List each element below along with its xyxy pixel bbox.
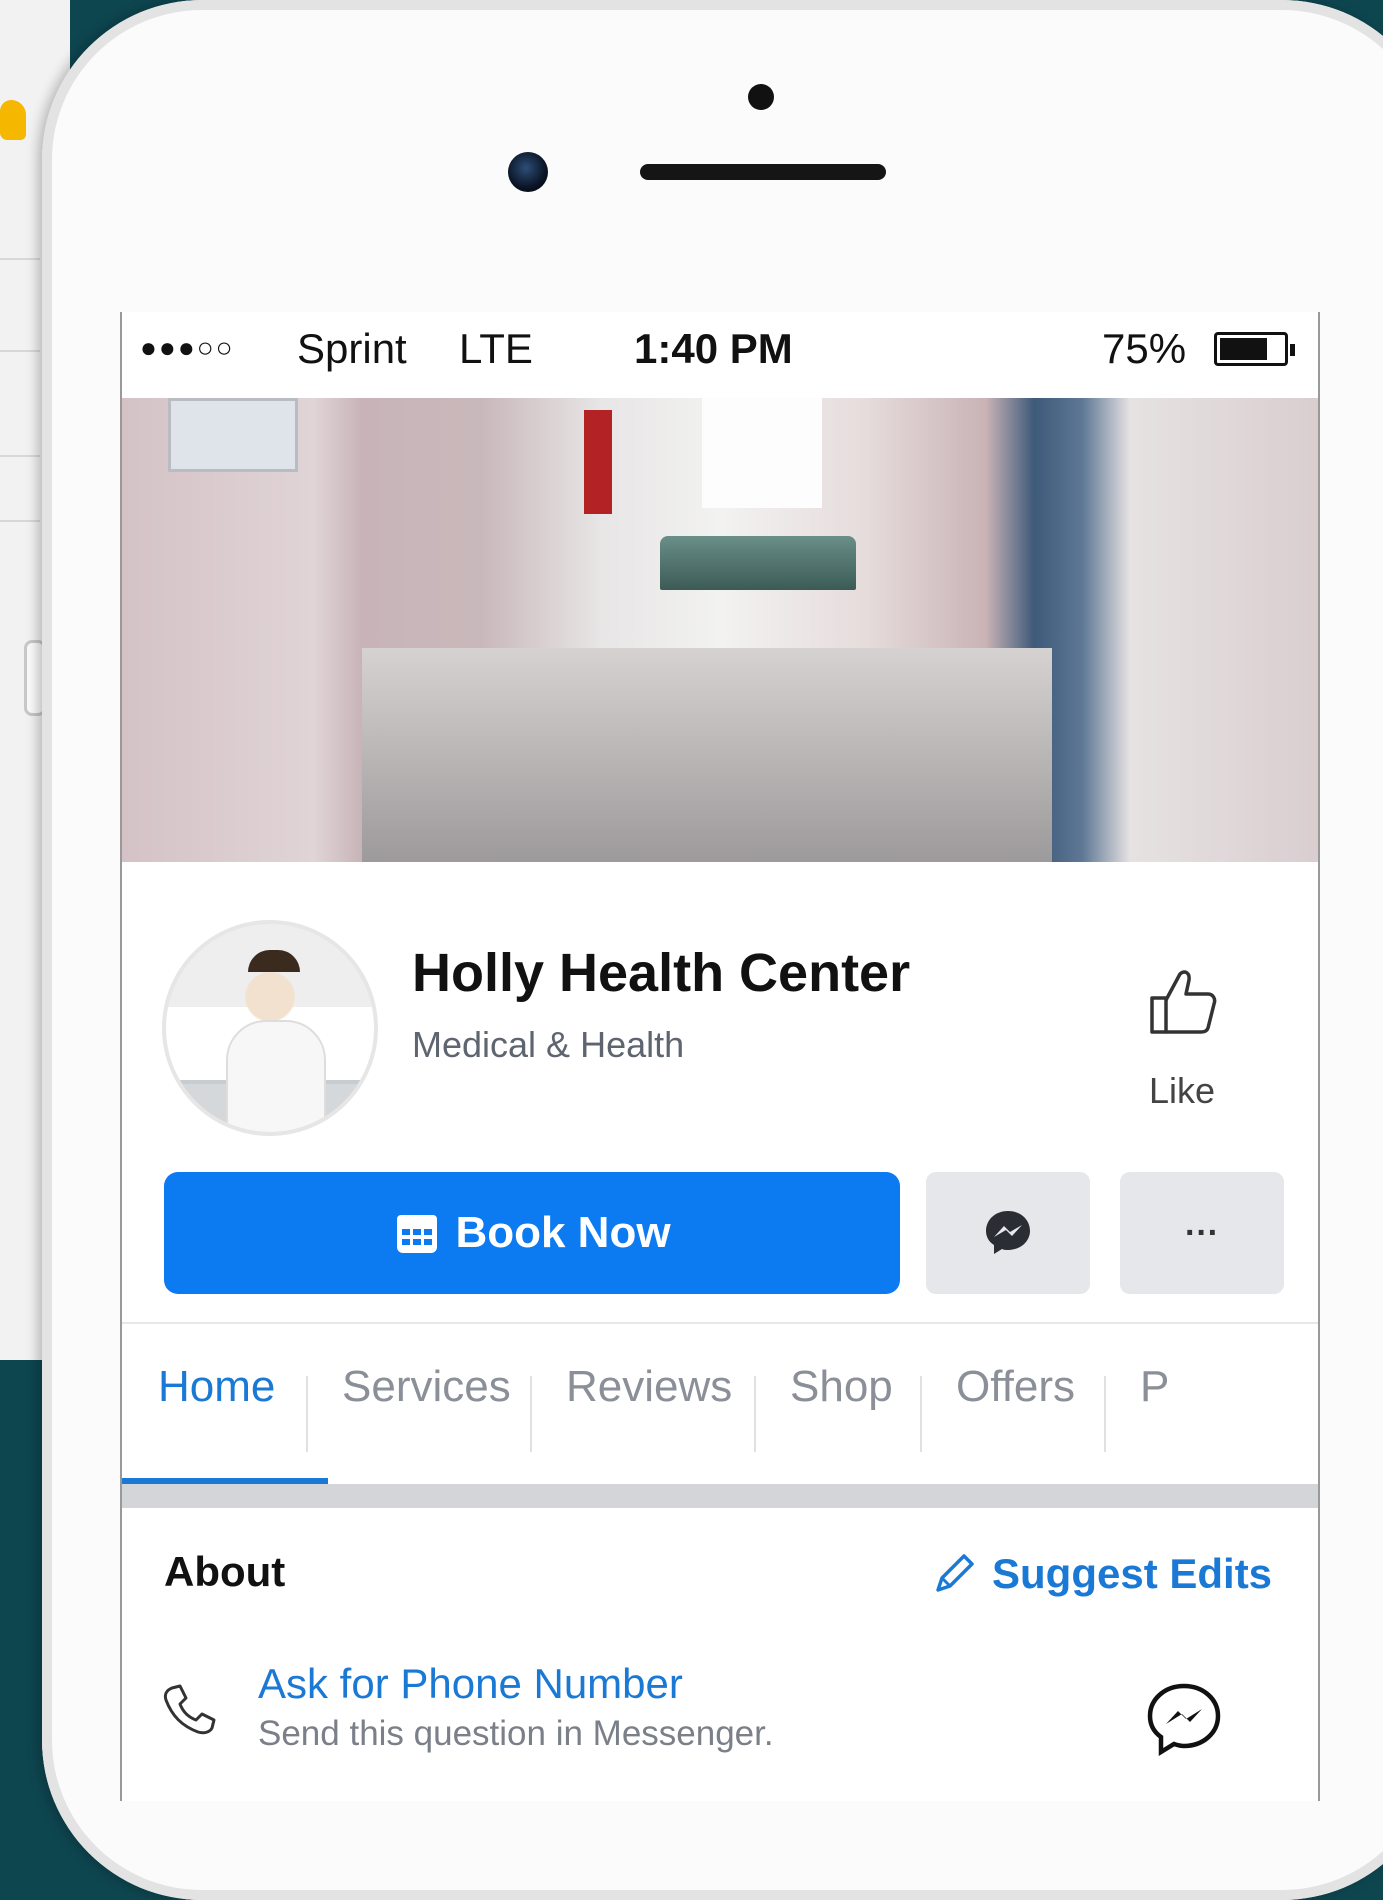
- page-title: Holly Health Center: [412, 943, 911, 1003]
- hallway-window: [702, 398, 822, 508]
- front-camera: [508, 152, 548, 192]
- tab-more[interactable]: P: [1140, 1362, 1169, 1412]
- section-divider: [122, 1484, 1318, 1508]
- like-label: Like: [1148, 1070, 1216, 1111]
- sensor-dot: [748, 84, 774, 110]
- carrier-name: Sprint: [297, 325, 407, 372]
- suggest-edits-link[interactable]: Suggest Edits: [928, 1548, 1272, 1600]
- tab-reviews[interactable]: Reviews: [566, 1362, 732, 1412]
- tab-offers[interactable]: Offers: [956, 1362, 1075, 1412]
- profile-hair: [248, 950, 300, 972]
- cover-photo[interactable]: [122, 398, 1318, 862]
- pencil-icon: [936, 1554, 974, 1592]
- thumbs-up-icon: [1150, 970, 1217, 1034]
- page-category: Medical & Health: [412, 1024, 685, 1065]
- message-button[interactable]: [926, 1172, 1090, 1294]
- more-options-button[interactable]: ···: [1120, 1172, 1284, 1294]
- tab-separator: [920, 1376, 922, 1452]
- suggest-edits-label: Suggest Edits: [992, 1550, 1273, 1597]
- status-time: 1:40 PM: [634, 325, 793, 372]
- battery-fill: [1220, 338, 1267, 360]
- page-tabs: Home Services Reviews Shop Offers P: [122, 1324, 1318, 1484]
- background-divider: [0, 350, 40, 352]
- about-heading: About: [164, 1548, 286, 1595]
- background-divider: [0, 520, 40, 522]
- phone-screen: ●●●○○ Sprint LTE 1:40 PM 75% Holly Healt…: [120, 312, 1320, 1801]
- book-now-label: Book Now: [455, 1208, 671, 1257]
- messenger-icon[interactable]: [1144, 1680, 1224, 1760]
- ask-phone-subtitle: Send this question in Messenger.: [258, 1714, 774, 1753]
- earpiece-speaker: [640, 164, 886, 180]
- battery-nub: [1290, 344, 1295, 356]
- ask-phone-link[interactable]: Ask for Phone Number: [258, 1660, 683, 1708]
- network-type: LTE: [459, 325, 533, 372]
- phone-icon: [163, 1684, 216, 1735]
- tab-separator: [306, 1376, 308, 1452]
- tab-home[interactable]: Home: [158, 1362, 275, 1412]
- tab-shop[interactable]: Shop: [790, 1362, 893, 1412]
- like-button[interactable]: Like: [1122, 960, 1242, 1111]
- tab-services[interactable]: Services: [342, 1362, 511, 1412]
- fire-extinguisher: [584, 410, 612, 514]
- background-divider: [0, 258, 40, 260]
- status-bar: ●●●○○ Sprint LTE 1:40 PM 75%: [122, 312, 1318, 398]
- profile-picture[interactable]: [162, 920, 378, 1136]
- profile-doctor: [226, 1020, 326, 1132]
- messenger-icon: [986, 1211, 1030, 1254]
- calendar-icon: [397, 1215, 438, 1253]
- waiting-chairs: [660, 536, 856, 590]
- book-now-button[interactable]: Book Now: [164, 1172, 900, 1294]
- tab-separator: [530, 1376, 532, 1452]
- signal-strength: ●●●○○: [140, 332, 235, 363]
- battery-percent: 75%: [1102, 325, 1187, 372]
- battery-icon: [1214, 332, 1295, 366]
- wall-frame: [168, 398, 298, 472]
- tab-separator: [1104, 1376, 1106, 1452]
- hallway-floor: [362, 648, 1052, 862]
- duck-icon: [0, 100, 26, 140]
- background-divider: [0, 455, 40, 457]
- tab-separator: [754, 1376, 756, 1452]
- more-icon: ···: [1185, 1213, 1219, 1252]
